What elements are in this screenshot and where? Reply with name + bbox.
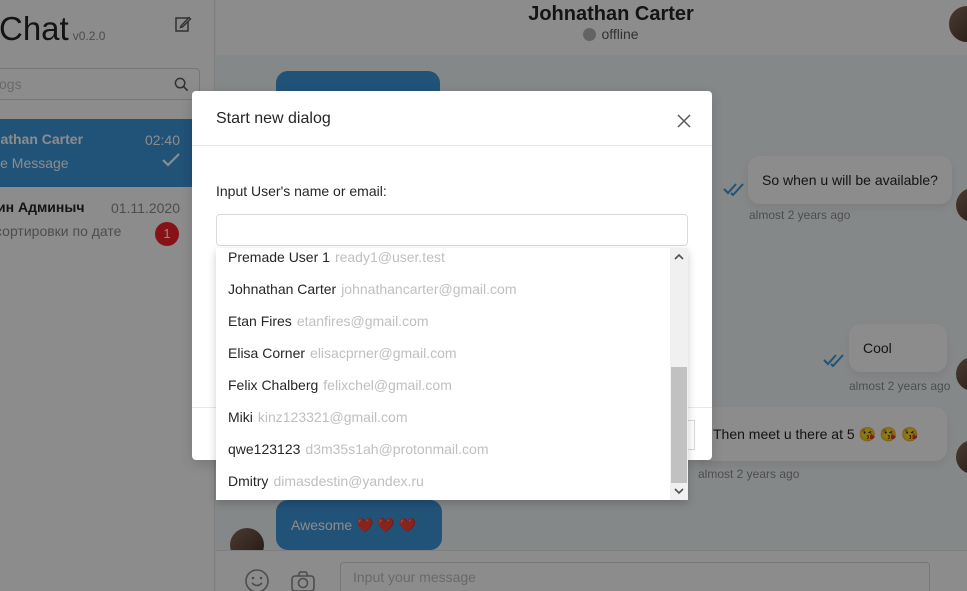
user-option-email: etanfires@gmail.com [296, 313, 429, 329]
user-field-label: Input User's name or email: [216, 183, 387, 199]
user-option-name: Etan Fires [228, 313, 292, 329]
close-icon[interactable] [672, 109, 696, 133]
user-options-dropdown[interactable]: Premade User 1 ready1@user.test Johnathan… [216, 248, 688, 500]
user-option-email: johnathancarter@gmail.com [341, 281, 517, 297]
user-search-field[interactable] [216, 214, 688, 246]
user-option[interactable]: Premade User 1 ready1@user.test [228, 248, 445, 273]
user-option[interactable]: Etan Fires etanfires@gmail.com [228, 305, 429, 337]
user-option-name: Johnathan Carter [228, 281, 337, 297]
user-option-email: kinz123321@gmail.com [257, 409, 408, 425]
user-option-email: ready1@user.test [334, 249, 445, 265]
user-option-name: Felix Chalberg [228, 377, 319, 393]
user-option-name: qwe123123 [228, 441, 301, 457]
chevron-down-icon[interactable] [674, 486, 684, 496]
dropdown-scrollbar[interactable] [670, 248, 688, 500]
scrollbar-thumb[interactable] [671, 367, 687, 483]
user-option-name: Miki [228, 409, 253, 425]
modal-header: Start new dialog [192, 91, 712, 146]
user-option[interactable]: Johnathan Carter johnathancarter@gmail.co… [228, 273, 516, 305]
user-option[interactable]: Dmitry dimasdestin@yandex.ru [228, 465, 424, 497]
chevron-up-icon[interactable] [674, 252, 684, 262]
user-option[interactable]: Miki kinz123321@gmail.com [228, 401, 408, 433]
user-search-input[interactable] [227, 215, 677, 245]
modal-title: Start new dialog [216, 110, 331, 127]
user-option-name: Elisa Corner [228, 345, 306, 361]
user-option-name: Premade User 1 [228, 249, 330, 265]
user-option-email: elisacprner@gmail.com [310, 345, 457, 361]
user-option[interactable]: qwe123123 d3m35s1ah@protonmail.com [228, 433, 489, 465]
user-option-email: felixchel@gmail.com [323, 377, 452, 393]
user-option[interactable]: Elisa Corner elisacprner@gmail.com [228, 337, 457, 369]
user-option[interactable]: Felix Chalberg felixchel@gmail.com [228, 369, 452, 401]
user-option-email: d3m35s1ah@protonmail.com [305, 441, 489, 457]
user-option-name: Dmitry [228, 473, 269, 489]
user-option-email: dimasdestin@yandex.ru [273, 473, 424, 489]
